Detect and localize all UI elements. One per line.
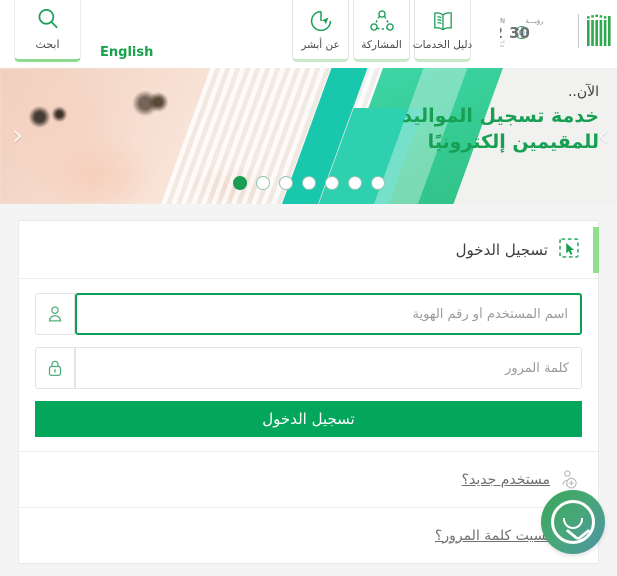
nav-tile-label: المشاركة	[361, 39, 402, 51]
book-icon	[430, 7, 456, 35]
search-button[interactable]: ابحث	[14, 0, 81, 62]
carousel-dots	[232, 176, 385, 190]
logo-divider	[578, 14, 579, 48]
new-user-link-row[interactable]: مستخدم جديد؟	[19, 451, 598, 507]
about-cursor-icon	[308, 7, 334, 35]
carousel-dot[interactable]	[301, 176, 316, 190]
add-user-icon	[558, 469, 580, 491]
login-form: تسجيل الدخول	[19, 279, 598, 437]
nav-tile-label: عن أبشر	[301, 39, 340, 51]
password-field-row	[35, 347, 582, 389]
language-toggle-english[interactable]: English	[100, 45, 153, 60]
carousel-dot[interactable]	[370, 176, 385, 190]
search-icon	[35, 6, 61, 36]
username-input[interactable]	[75, 293, 582, 335]
logo-cluster: VISION رؤيـــة 2 30 المملكة العربية السع…	[500, 8, 613, 54]
carousel-dot[interactable]	[232, 176, 247, 190]
user-icon	[35, 293, 75, 335]
carousel-dot[interactable]	[278, 176, 293, 190]
header-nav-tiles: دليل الخدمات المشاركة عن أبشر	[292, 0, 473, 62]
banner-title-line-2: للمقيمين إلكترونيًا	[427, 130, 599, 153]
nav-tile-label: دليل الخدمات	[412, 39, 473, 51]
lock-icon	[35, 347, 75, 389]
nav-tile-participate[interactable]: المشاركة	[353, 0, 410, 62]
share-network-icon	[369, 7, 395, 35]
absher-logo[interactable]	[585, 11, 613, 51]
carousel-dot[interactable]	[347, 176, 362, 190]
cursor-select-icon	[558, 237, 580, 263]
banner-text-block: الآن.. خدمة تسجيل المواليد للمقيمين إلكت…	[349, 84, 599, 155]
svg-text:KINGDOM OF SAUDI ARABIA: KINGDOM OF SAUDI ARABIA	[500, 44, 505, 48]
hero-carousel: الآن.. خدمة تسجيل المواليد للمقيمين إلكت…	[0, 68, 617, 204]
carousel-dot[interactable]	[255, 176, 270, 190]
search-button-label: ابحث	[35, 38, 60, 51]
nav-tile-about-absher[interactable]: عن أبشر	[292, 0, 349, 62]
card-accent-bar	[593, 227, 599, 273]
carousel-prev-arrow-icon[interactable]: ‹	[12, 121, 24, 151]
login-card: تسجيل الدخول اسم المستخدم أو رقم الهوية …	[18, 220, 599, 564]
forgot-password-link-label: نسيت كلمة المرور؟	[434, 527, 550, 544]
carousel-dot[interactable]	[324, 176, 339, 190]
chat-fab-ring	[551, 500, 595, 544]
vision-2030-logo[interactable]: VISION رؤيـــة 2 30 المملكة العربية السع…	[500, 11, 572, 51]
forgot-password-link-row[interactable]: نسيت كلمة المرور؟	[19, 507, 598, 563]
password-input[interactable]	[75, 347, 582, 389]
svg-text:30: 30	[509, 24, 530, 42]
chat-assistant-icon[interactable]	[541, 490, 605, 554]
banner-kicker: الآن..	[567, 84, 599, 100]
svg-text:2: 2	[500, 24, 503, 42]
login-card-title: تسجيل الدخول	[455, 240, 548, 259]
new-user-link-label: مستخدم جديد؟	[461, 471, 550, 488]
page-body: تسجيل الدخول اسم المستخدم أو رقم الهوية …	[0, 204, 617, 576]
login-card-header: تسجيل الدخول	[19, 221, 599, 279]
login-submit-button[interactable]: تسجيل الدخول	[35, 401, 582, 437]
site-header: ابحث English دليل الخدمات المشاركة عن أب…	[0, 0, 617, 68]
carousel-next-arrow-icon[interactable]: ›	[597, 121, 609, 151]
banner-title-line-1: خدمة تسجيل المواليد	[402, 105, 599, 127]
nav-tile-services-guide[interactable]: دليل الخدمات	[412, 0, 473, 62]
username-field-row	[35, 293, 582, 335]
